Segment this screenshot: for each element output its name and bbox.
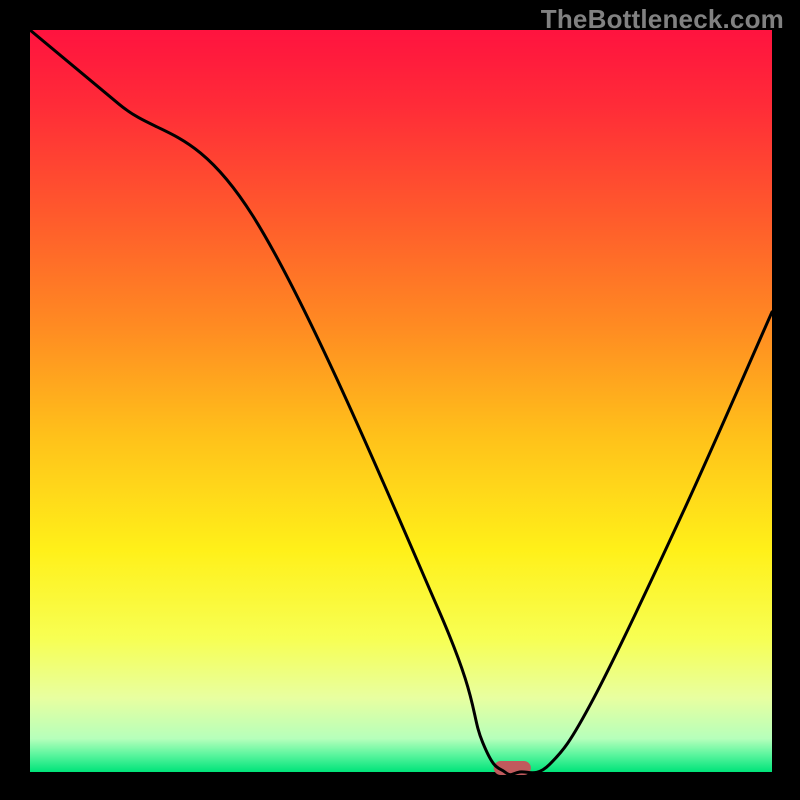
plot-background: [30, 30, 772, 772]
watermark-text: TheBottleneck.com: [541, 4, 784, 35]
chart-frame: TheBottleneck.com: [0, 0, 800, 800]
bottleneck-chart: [0, 0, 800, 800]
